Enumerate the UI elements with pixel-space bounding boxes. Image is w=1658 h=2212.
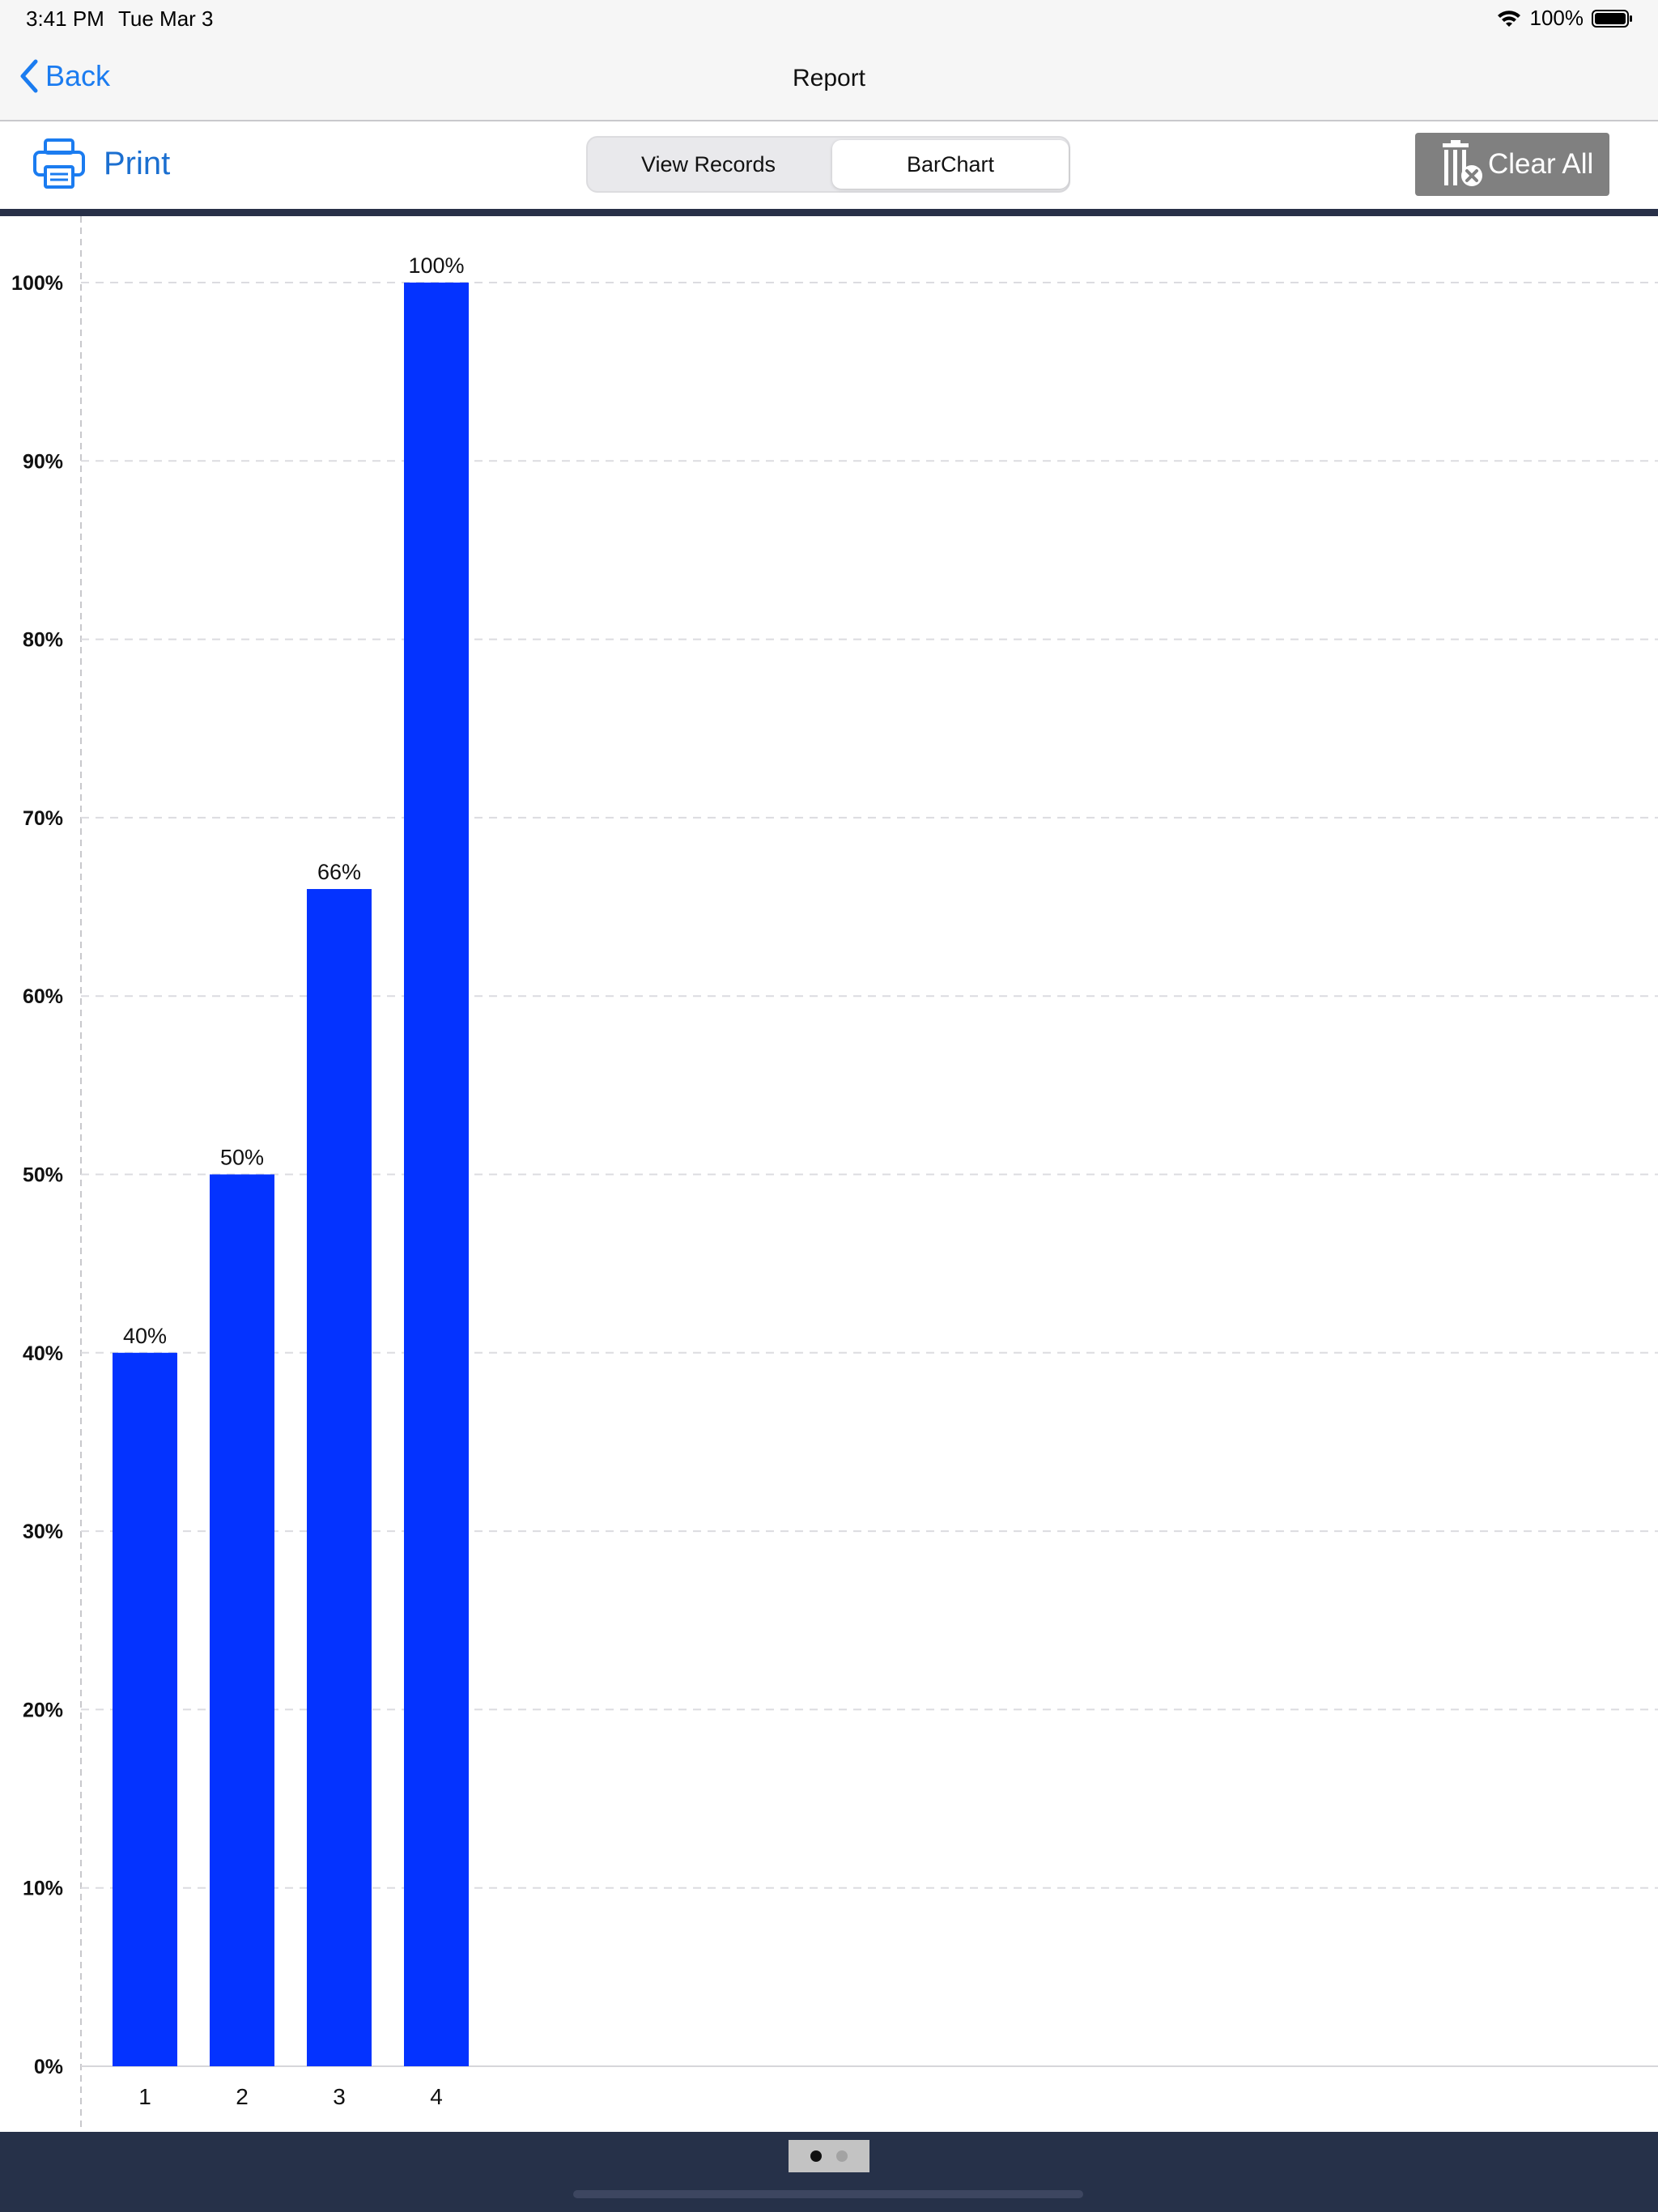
bar-chart: 0% 10% 20% 30% 40% 50% 60% 70% 80% 90% 100% 40% 1 50%… — [0, 216, 1658, 2132]
y-tick-label: 20% — [23, 1699, 63, 1721]
bar — [404, 283, 469, 2066]
x-tick-label: 4 — [430, 2084, 443, 2109]
status-indicators: 100% — [1496, 6, 1635, 31]
page-dot-2[interactable] — [836, 2150, 848, 2162]
toolbar: Print View Records BarChart Clear All — [0, 121, 1658, 209]
status-time: 3:41 PM — [26, 6, 104, 31]
wifi-icon — [1497, 10, 1520, 27]
y-tick-label: 100% — [11, 272, 63, 295]
y-tick-label: 10% — [23, 1878, 63, 1900]
status-bar: 3:41 PM Tue Mar 3 100% — [0, 0, 1658, 37]
y-tick-label: 30% — [23, 1521, 63, 1543]
battery-percent: 100% — [1529, 6, 1584, 30]
x-tick-label: 3 — [333, 2084, 346, 2109]
view-segmented-control: View Records BarChart — [586, 136, 1070, 193]
y-tick-label: 50% — [23, 1164, 63, 1187]
bar — [307, 889, 372, 2066]
x-tick-label: 2 — [236, 2084, 249, 2109]
printer-icon — [33, 138, 85, 189]
y-tick-label: 0% — [34, 2056, 63, 2078]
y-tick-label: 70% — [23, 807, 63, 830]
page-indicator[interactable] — [789, 2140, 869, 2172]
navigation-bar: Back Report — [0, 37, 1658, 121]
tab-barchart[interactable]: BarChart — [832, 140, 1069, 189]
bar-value-label: 100% — [408, 253, 464, 278]
y-tick-label: 60% — [23, 985, 63, 1008]
bar-value-label: 40% — [123, 1324, 167, 1348]
print-label: Print — [104, 145, 171, 181]
clear-all-label: Clear All — [1488, 148, 1594, 180]
y-tick-label: 40% — [23, 1342, 63, 1365]
trash-clear-icon — [1443, 140, 1482, 186]
page-title: Report — [792, 65, 866, 91]
print-button[interactable]: Print — [32, 138, 170, 189]
y-tick-label: 80% — [23, 629, 63, 652]
y-tick-label: 90% — [23, 450, 63, 473]
x-tick-label: 1 — [138, 2084, 151, 2109]
chart-svg: 0% 10% 20% 30% 40% 50% 60% 70% 80% 90% 100% 40% 1 50%… — [11, 216, 1658, 2132]
battery-icon — [1592, 9, 1632, 28]
page-dot-1[interactable] — [810, 2150, 822, 2162]
bar — [113, 1352, 177, 2066]
bar-value-label: 66% — [317, 860, 361, 884]
home-indicator — [573, 2190, 1083, 2198]
bar — [210, 1174, 274, 2066]
tab-view-records[interactable]: View Records — [590, 140, 827, 189]
bottom-bar — [0, 2132, 1658, 2212]
status-date: Tue Mar 3 — [118, 6, 214, 31]
toolbar-divider — [0, 209, 1658, 216]
bar-value-label: 50% — [220, 1146, 264, 1170]
clear-all-button[interactable]: Clear All — [1415, 133, 1609, 196]
